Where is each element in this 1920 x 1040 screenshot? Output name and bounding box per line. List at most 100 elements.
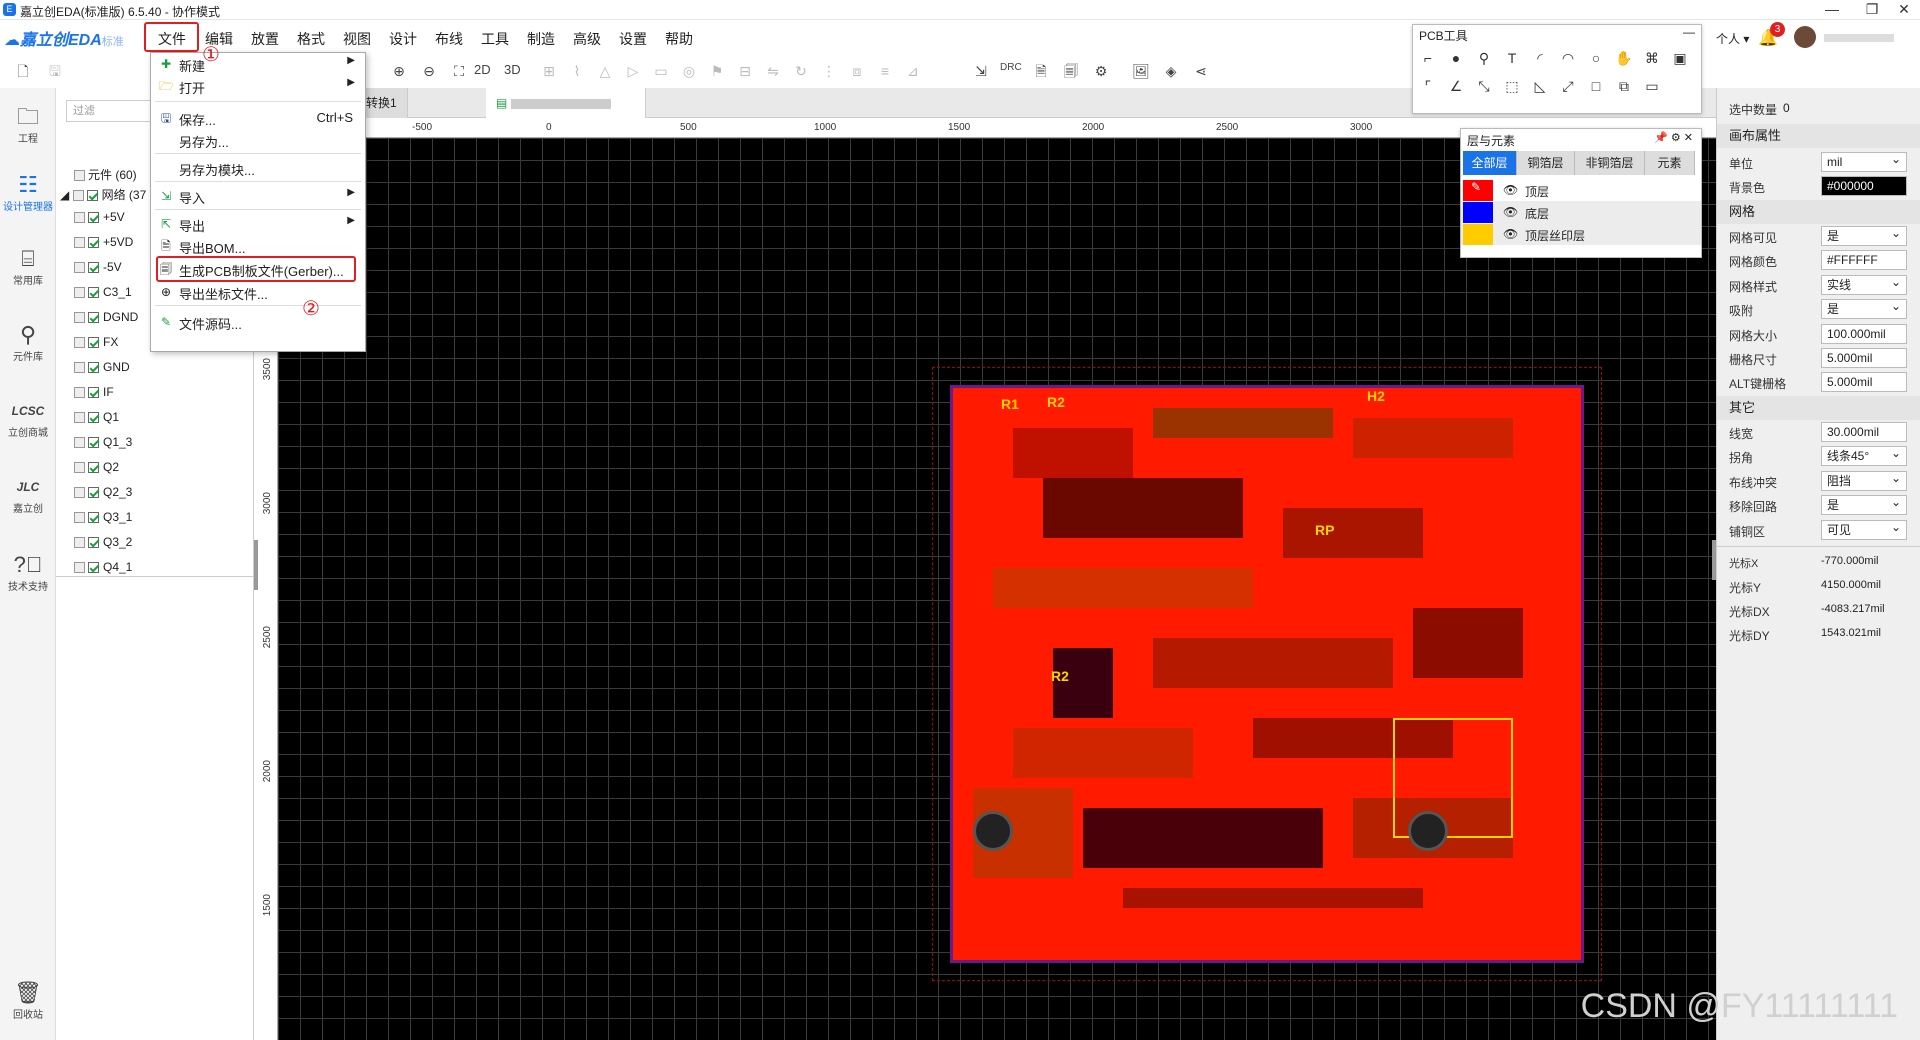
checkbox[interactable] xyxy=(86,190,98,202)
save-doc-icon[interactable]: 🖫 xyxy=(44,60,66,82)
nav-jlc[interactable]: JLC 嘉立创 xyxy=(0,474,56,515)
copper-area-select[interactable]: 可见 xyxy=(1821,518,1907,540)
section-other[interactable]: 其它 xyxy=(1717,396,1920,420)
tree-item[interactable]: Q3_1 xyxy=(74,510,132,530)
snap-select[interactable]: 是 xyxy=(1821,297,1907,319)
tree-item[interactable]: +5VD xyxy=(74,235,133,255)
nav-tech-support[interactable]: ?⃝ 技术支持 xyxy=(0,552,56,593)
checkbox[interactable] xyxy=(88,287,99,299)
arrow-icon[interactable]: ▷ xyxy=(622,60,644,82)
tree-item[interactable]: GND xyxy=(74,360,130,380)
checkbox[interactable] xyxy=(88,412,99,424)
pad-tool-icon[interactable]: ● xyxy=(1445,47,1467,69)
tree-item[interactable]: Q1_3 xyxy=(74,435,132,455)
section-canvas-properties[interactable]: 画布属性 xyxy=(1717,124,1920,148)
checkbox[interactable] xyxy=(88,487,99,499)
tree-nets[interactable]: ◢ 网络 (37 xyxy=(60,186,146,206)
pad-icon[interactable]: ▭ xyxy=(650,60,672,82)
checkbox[interactable] xyxy=(88,512,99,524)
tree-item[interactable]: Q1 xyxy=(74,410,119,430)
measure-tool-icon[interactable]: ⤢ xyxy=(1557,75,1579,97)
rotate-icon[interactable]: ↻ xyxy=(790,60,812,82)
connect-tool-icon[interactable]: ⤡ xyxy=(1473,75,1495,97)
checkbox[interactable] xyxy=(88,462,99,474)
distribute-icon[interactable]: ⋮ xyxy=(818,60,840,82)
checkbox[interactable] xyxy=(88,387,99,399)
menu-item-new[interactable]: ✚ 新建 ▶ xyxy=(151,53,365,75)
checkbox[interactable] xyxy=(88,312,99,324)
layer-row-bottom[interactable]: 👁 底层 xyxy=(1461,201,1701,223)
tree-item[interactable]: +5V xyxy=(74,210,125,230)
unit-select[interactable]: mil xyxy=(1821,150,1907,172)
menu-view[interactable]: 视图 xyxy=(343,29,371,49)
snap-icon[interactable]: ⊟ xyxy=(734,60,756,82)
right-panel-resize-handle[interactable] xyxy=(1712,540,1716,580)
share-icon[interactable]: ⋖ xyxy=(1190,60,1212,82)
circle-tool-icon[interactable]: ○ xyxy=(1585,47,1607,69)
grid-size-input[interactable]: 100.000mil xyxy=(1821,324,1907,344)
nav-lcsc-store[interactable]: LCSC 立创商城 xyxy=(0,398,56,439)
dimension-tool-icon[interactable]: ⌜ xyxy=(1417,75,1439,97)
minimize-button[interactable]: — xyxy=(1812,0,1852,20)
fabrication-icon[interactable]: ⚙ xyxy=(1090,60,1112,82)
tab-elements[interactable]: 元素 xyxy=(1645,151,1695,175)
eye-icon[interactable]: 👁 xyxy=(1503,205,1518,219)
tree-item[interactable]: Q3_2 xyxy=(74,535,132,555)
tree-item[interactable]: IF xyxy=(74,385,114,405)
import-changes-icon[interactable]: ⇲ xyxy=(970,60,992,82)
tree-item[interactable]: Q2 xyxy=(74,460,119,480)
tree-item[interactable]: FX xyxy=(74,335,118,355)
group-icon[interactable]: ⧈ xyxy=(846,60,868,82)
zoom-out-icon[interactable]: ⊖ xyxy=(418,60,440,82)
via-icon[interactable]: ◎ xyxy=(678,60,700,82)
image-tool-icon[interactable]: ▣ xyxy=(1669,47,1691,69)
checkbox[interactable] xyxy=(88,212,99,224)
section-grid[interactable]: 网格 xyxy=(1717,200,1920,224)
menu-design[interactable]: 设计 xyxy=(389,29,417,49)
tree-components[interactable]: 元件 (60) xyxy=(74,166,137,186)
layers-icon[interactable]: ◈ xyxy=(1160,60,1182,82)
nav-recycle-bin[interactable]: 🗑 回收站 xyxy=(0,980,56,1021)
nav-component-library[interactable]: ⚲ 元件库 xyxy=(0,322,56,363)
track-tool-icon[interactable]: ⌐ xyxy=(1417,47,1439,69)
polygon-tool-icon[interactable]: ◺ xyxy=(1529,75,1551,97)
eye-icon[interactable]: 👁 xyxy=(1503,183,1518,197)
snap-size-input[interactable]: 5.000mil xyxy=(1821,348,1907,368)
via-tool-icon[interactable]: ⚲ xyxy=(1473,47,1495,69)
route-icon[interactable]: ⌇ xyxy=(566,60,588,82)
layer-icon[interactable]: ≡ xyxy=(874,60,896,82)
background-color-input[interactable]: #000000 xyxy=(1821,176,1907,196)
checkbox[interactable] xyxy=(88,262,99,274)
copper-tool-icon[interactable]: ⌘ xyxy=(1641,47,1663,69)
tree-item[interactable]: Q4_1 xyxy=(74,560,132,580)
menu-item-file-source[interactable]: ✎ 文件源码... xyxy=(151,311,365,333)
nav-project[interactable]: 🗀 工程 xyxy=(0,104,56,145)
checkbox[interactable] xyxy=(88,337,99,349)
checkbox[interactable] xyxy=(88,237,99,249)
frame-tool-icon[interactable]: ▭ xyxy=(1641,75,1663,97)
checkbox[interactable] xyxy=(88,562,99,574)
menu-item-save-as-module[interactable]: 另存为模块... xyxy=(151,157,365,179)
zoom-in-icon[interactable]: ⊕ xyxy=(388,60,410,82)
tree-item[interactable]: C3_1 xyxy=(74,285,132,305)
gerber-toolbar-icon[interactable]: 🗐 xyxy=(1060,60,1082,82)
tree-item[interactable]: Q2_3 xyxy=(74,485,132,505)
measure-icon[interactable]: ⊿ xyxy=(902,60,924,82)
bom-toolbar-icon[interactable]: 🗎 xyxy=(1030,60,1052,82)
view-2d-button[interactable]: 2D xyxy=(474,62,491,77)
layout-tool-icon[interactable]: ⧉ xyxy=(1613,75,1635,97)
menu-advanced[interactable]: 高级 xyxy=(573,29,601,49)
alt-snap-input[interactable]: 5.000mil xyxy=(1821,372,1907,392)
checkbox[interactable] xyxy=(88,437,99,449)
angle-tool-icon[interactable]: ∠ xyxy=(1445,75,1467,97)
menu-place[interactable]: 放置 xyxy=(251,29,279,49)
menu-help[interactable]: 帮助 xyxy=(665,29,693,49)
menu-item-import[interactable]: ⇲ 导入 ▶ xyxy=(151,185,365,207)
remove-loop-select[interactable]: 是 xyxy=(1821,493,1907,515)
view-3d-button[interactable]: 3D xyxy=(504,62,521,77)
pcb-tools-minimize[interactable]: — xyxy=(1683,25,1695,39)
grid-color-input[interactable]: #FFFFFF xyxy=(1821,250,1907,270)
layer-row-top[interactable]: ✎ 👁 顶层 xyxy=(1461,179,1701,201)
arc2-tool-icon[interactable]: ◠ xyxy=(1557,47,1579,69)
pin-icon[interactable]: 📌 ⚙ ✕ xyxy=(1654,131,1693,144)
